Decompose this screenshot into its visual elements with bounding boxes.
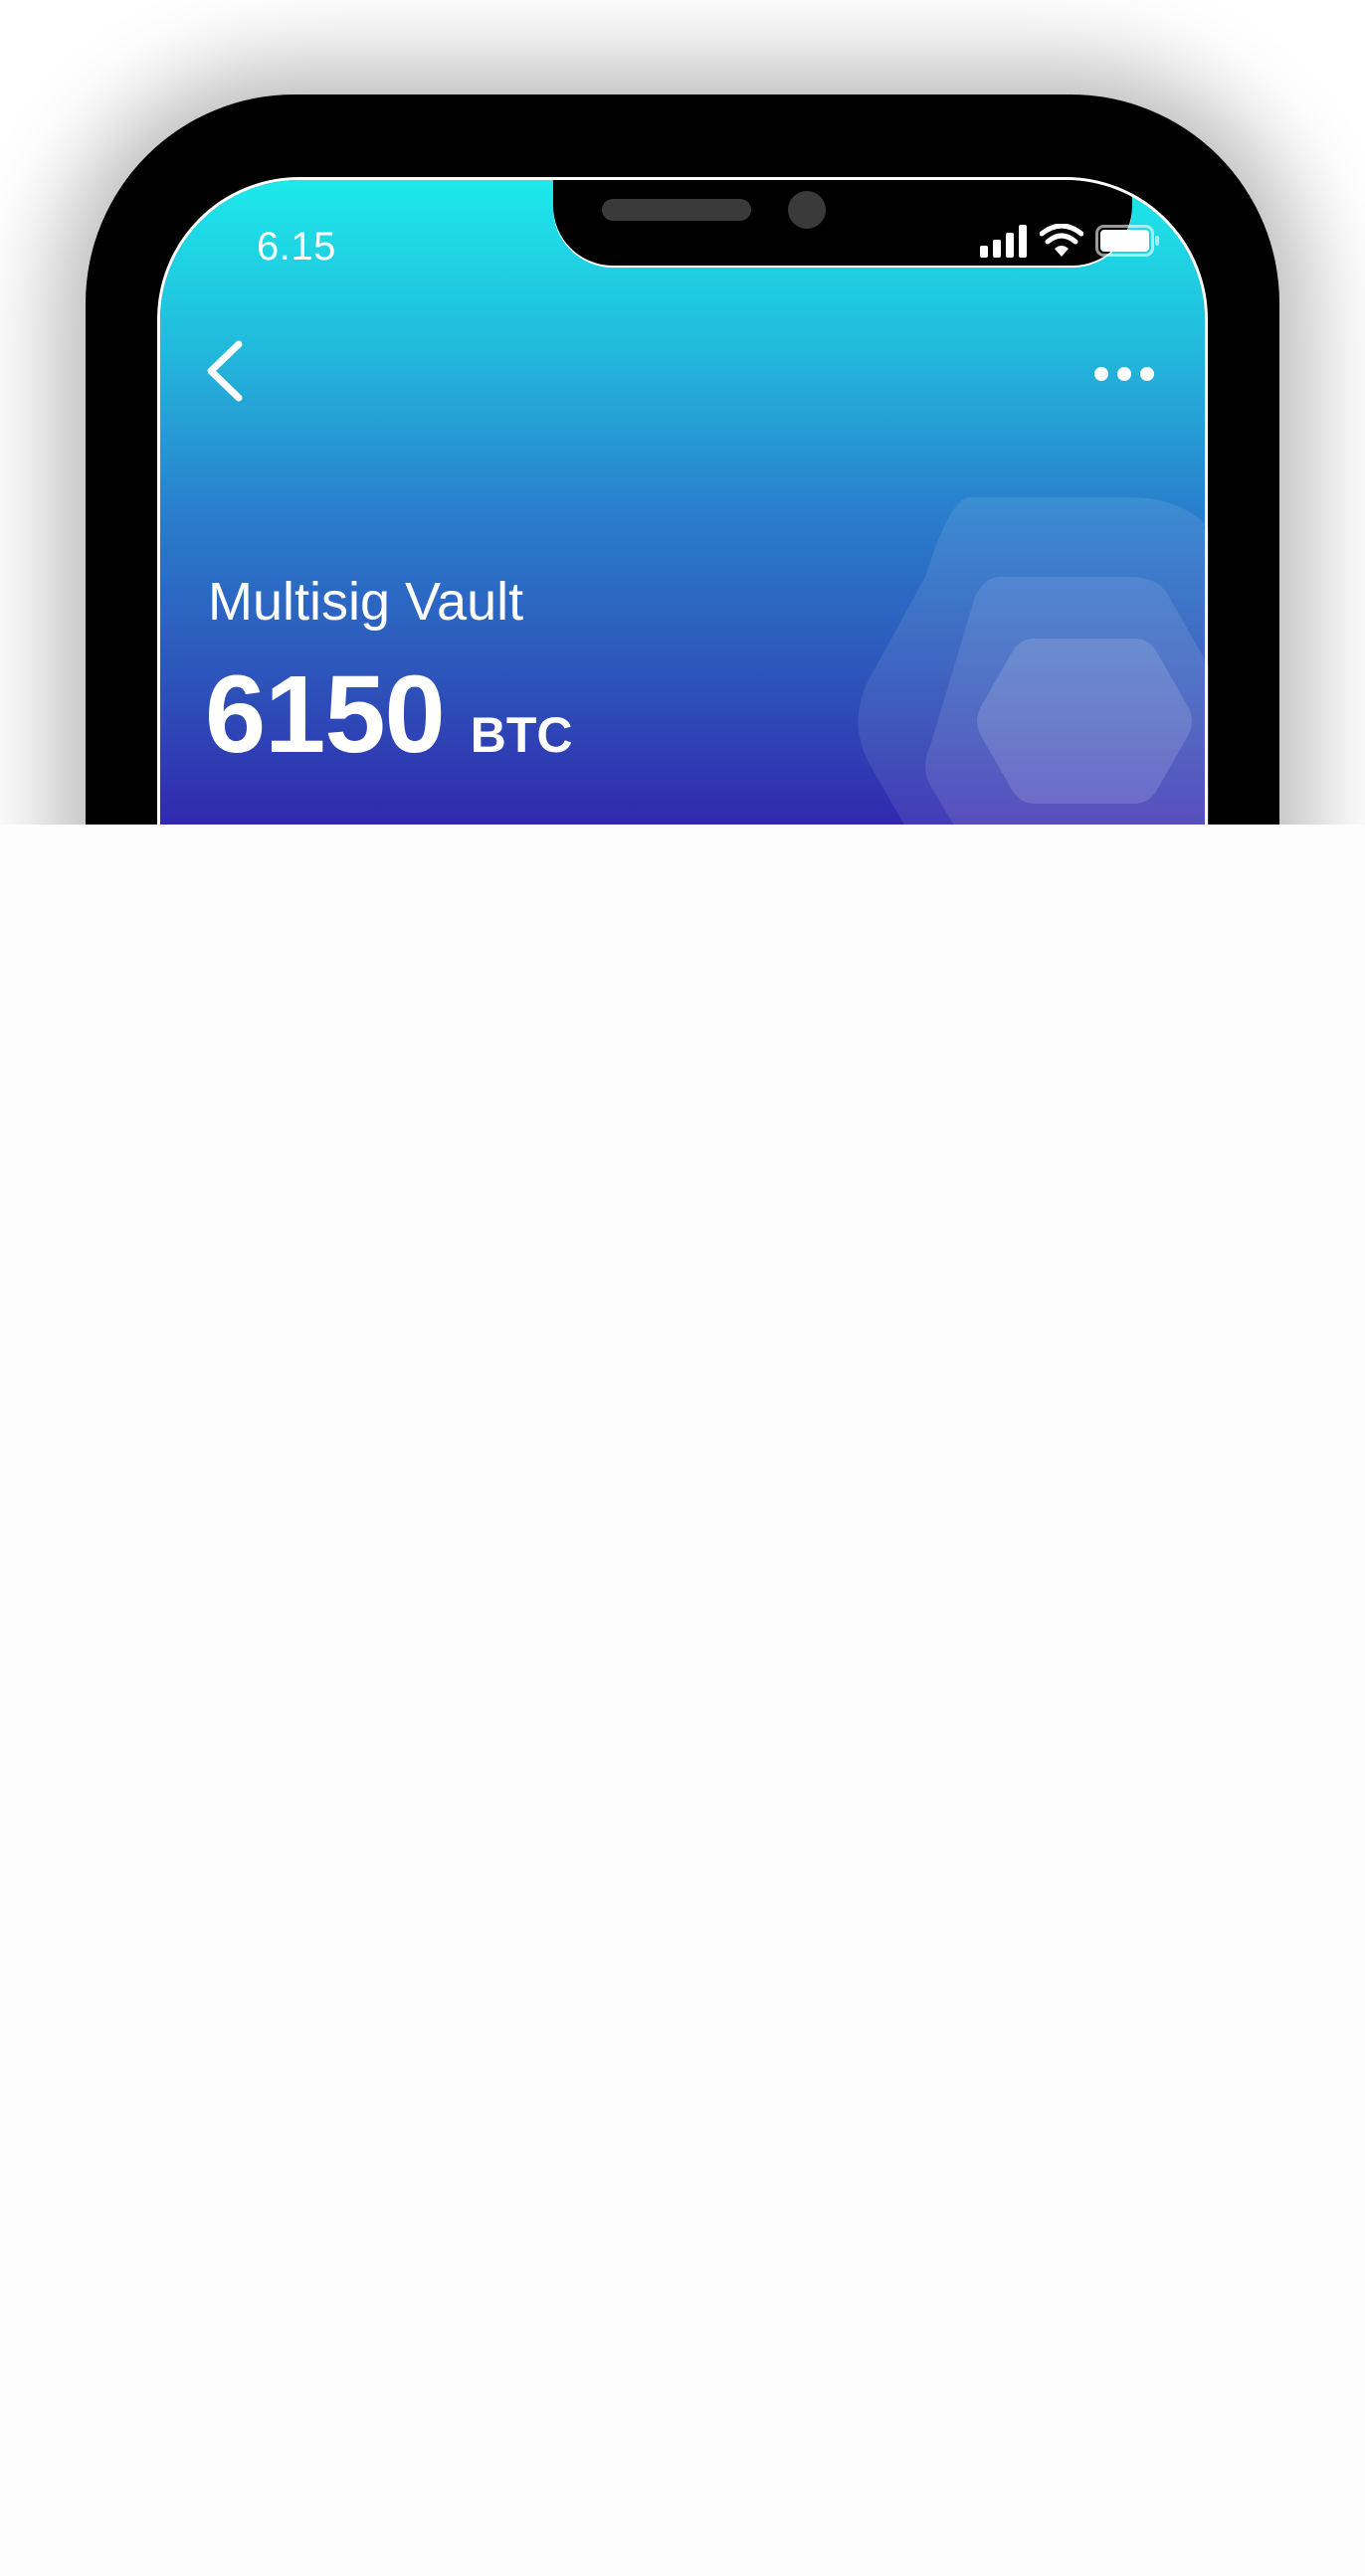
battery-icon — [1095, 224, 1161, 263]
status-icons — [980, 223, 1161, 263]
hexagon-decoration-icon — [851, 497, 1209, 825]
signal-icon — [980, 224, 1028, 263]
wifi-icon — [1039, 223, 1084, 263]
wallet-title: Multisig Vault — [208, 572, 524, 632]
balance-unit: BTC — [470, 707, 573, 763]
page-canvas: 6.15 Multisig Vault 6150 BTC — [0, 0, 1365, 2576]
device-mockup-region: 6.15 Multisig Vault 6150 BTC — [0, 0, 1365, 825]
balance-amount: 6150 — [205, 653, 446, 776]
status-time: 6.15 — [257, 225, 336, 269]
chevron-left-icon[interactable] — [205, 340, 245, 402]
wallet-balance: 6150 BTC — [205, 651, 572, 778]
front-camera — [788, 191, 826, 229]
more-dots-icon[interactable] — [1094, 366, 1154, 382]
speaker-grille — [602, 199, 751, 221]
